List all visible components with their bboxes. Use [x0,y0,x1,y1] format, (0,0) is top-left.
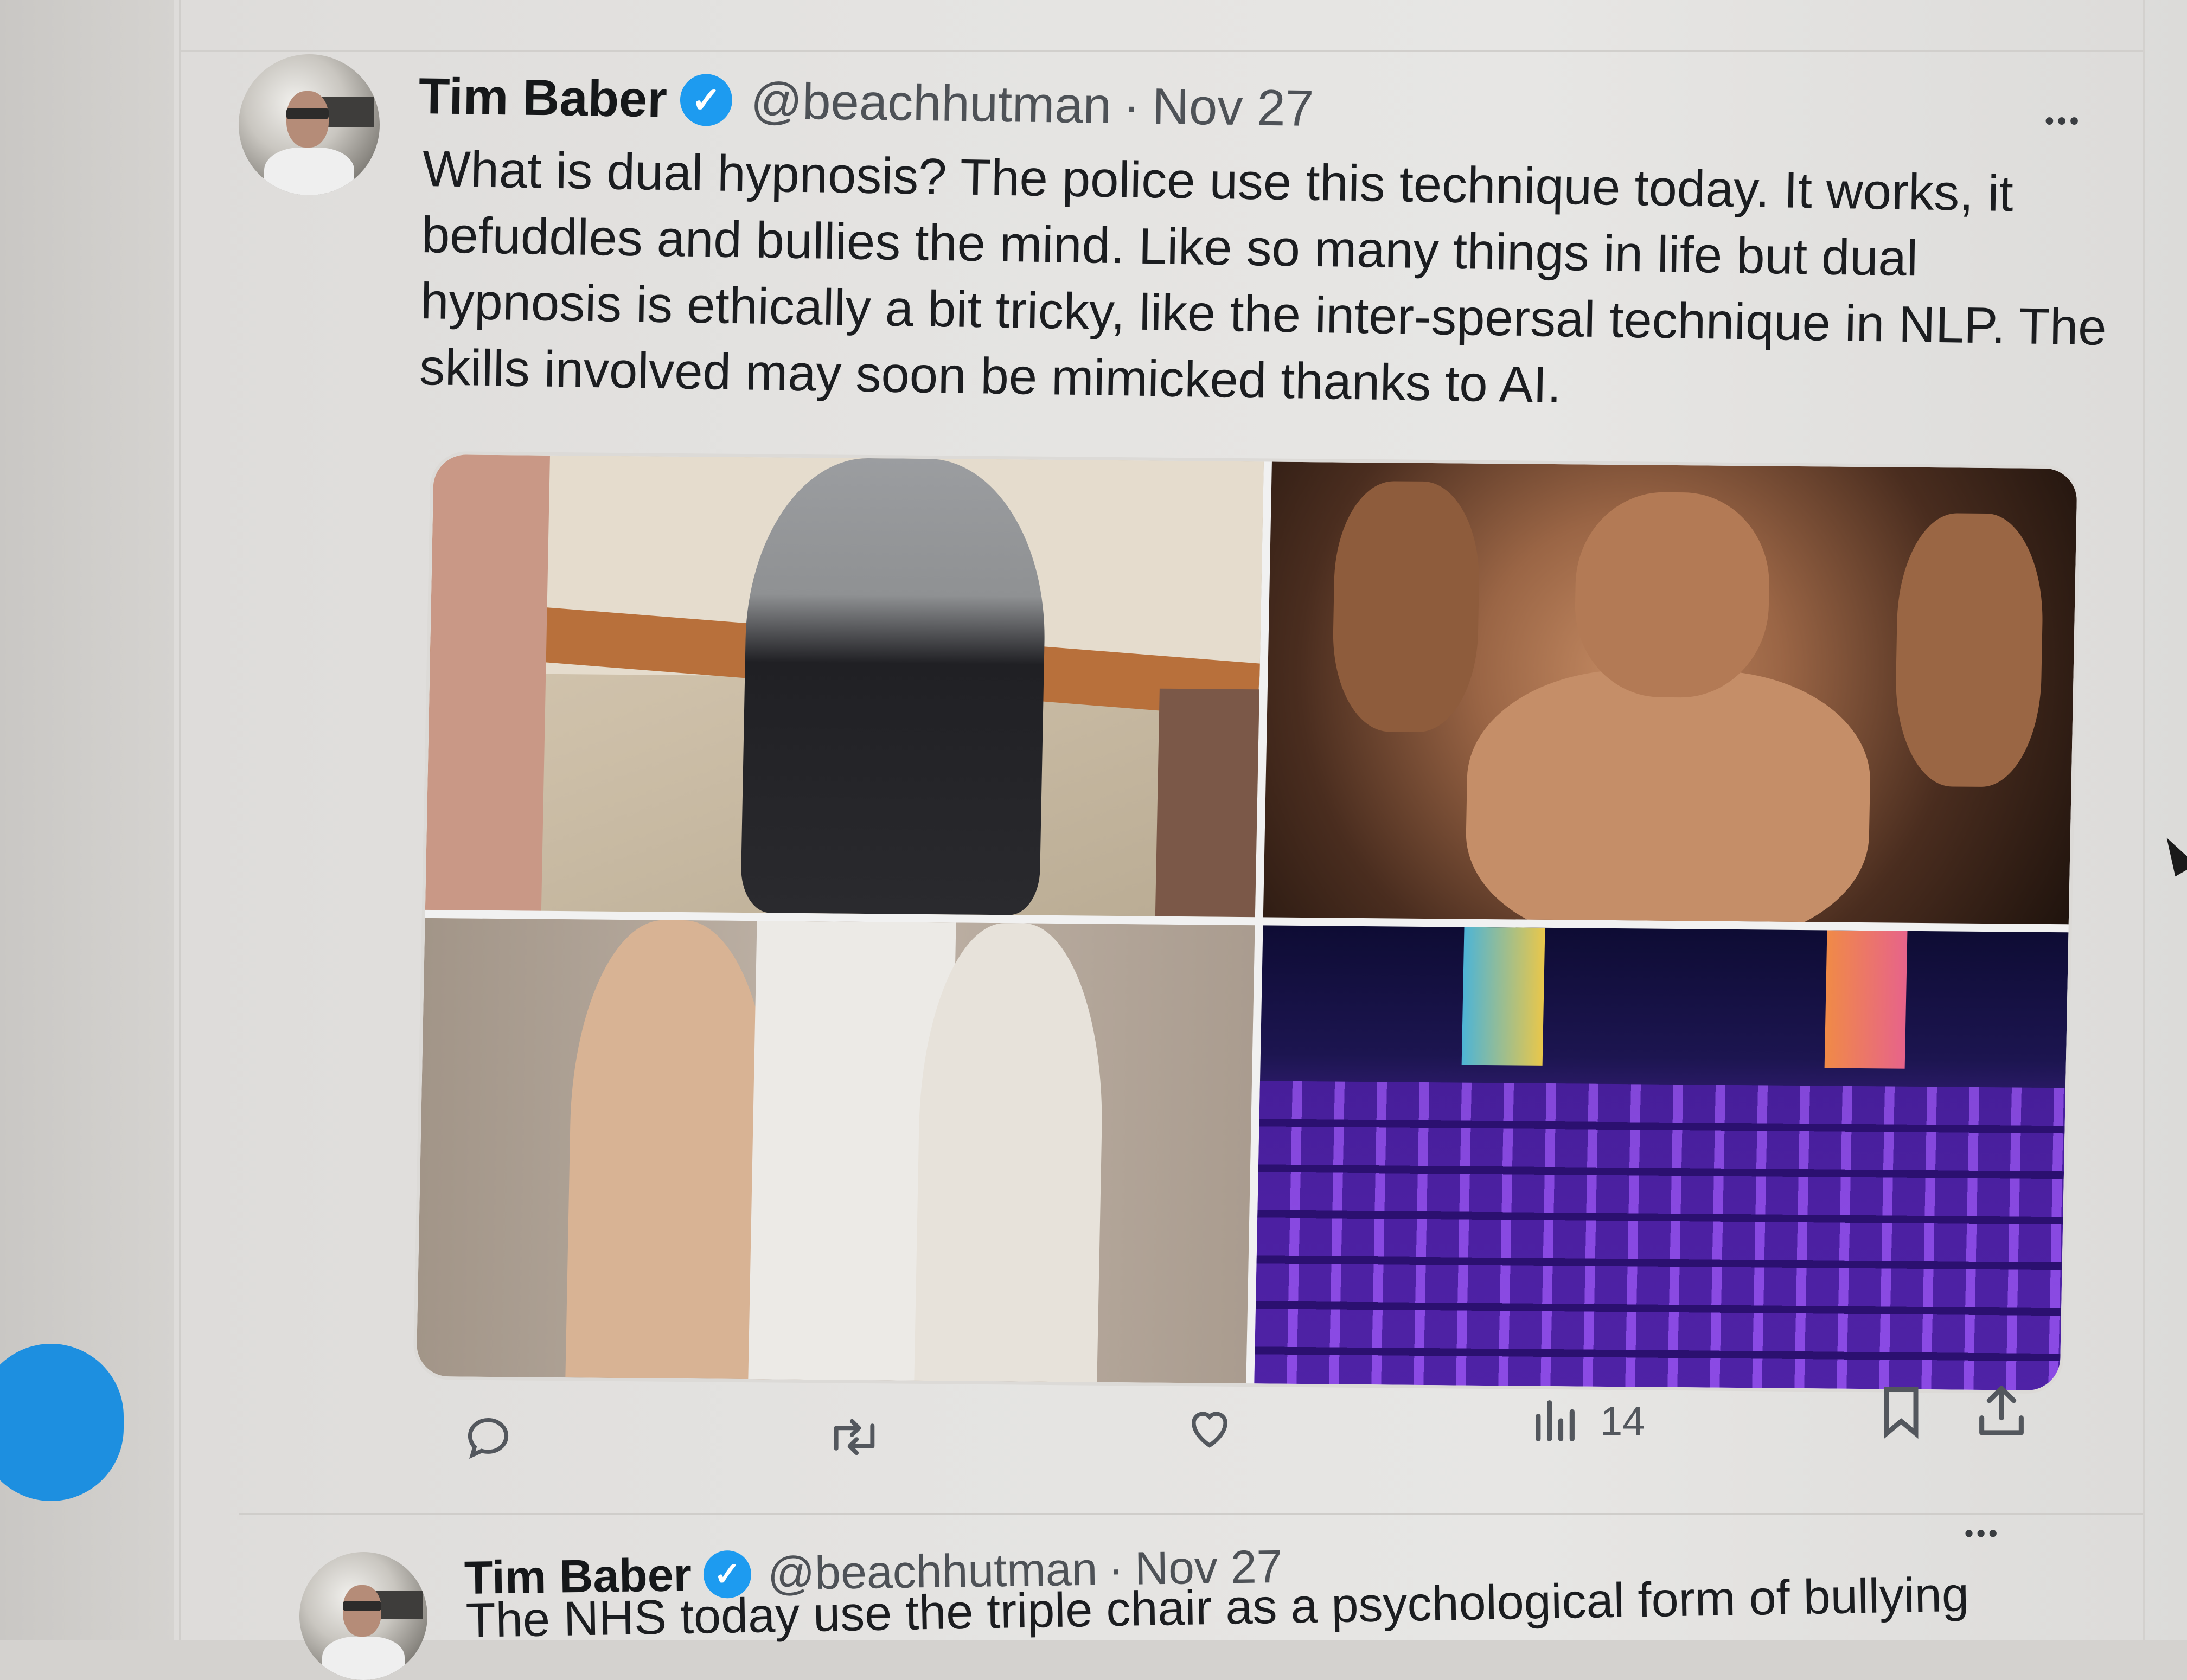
tweet-header: Tim Baber ✓ @beachhutman · Nov 27 [418,61,1314,144]
share-icon [1974,1381,2029,1440]
tweet-text: What is dual hypnosis? The police use th… [419,136,2107,427]
timeline-border-right [2143,0,2145,1640]
media-grid [416,454,2077,1391]
heart-icon [1182,1400,1237,1454]
views-count: 14 [1600,1398,1645,1444]
verified-badge-icon: ✓ [680,73,733,127]
tweet-actions: 14 [445,1386,2072,1464]
media-image-1[interactable] [425,454,1264,918]
repost-button[interactable] [824,1410,884,1464]
author-handle[interactable]: @beachhutman [750,72,1112,135]
avatar[interactable] [299,1552,427,1680]
repost-icon [824,1410,884,1464]
timeline-border-left [179,0,181,1640]
media-image-2[interactable] [1263,461,2077,925]
timeline-divider-top [181,50,2143,52]
tweet-date[interactable]: Nov 27 [1152,77,1314,138]
reply-button[interactable] [461,1410,515,1464]
media-image-4[interactable] [1254,925,2069,1391]
media-image-3[interactable] [416,918,1255,1384]
bookmark-icon [1877,1382,1926,1441]
tweet-divider [239,1513,2143,1515]
author-name[interactable]: Tim Baber [418,67,667,129]
more-options-icon[interactable]: ••• [2045,106,2082,136]
avatar[interactable] [239,54,380,195]
share-button[interactable] [1974,1381,2029,1440]
views-chart-icon [1530,1394,1578,1448]
more-options-icon[interactable]: ••• [1965,1518,2000,1548]
reply-icon [461,1410,515,1464]
like-button[interactable] [1182,1400,1237,1454]
separator-dot: · [1123,77,1141,134]
bookmark-button[interactable] [1877,1382,1926,1441]
views-button[interactable]: 14 [1530,1394,1645,1448]
